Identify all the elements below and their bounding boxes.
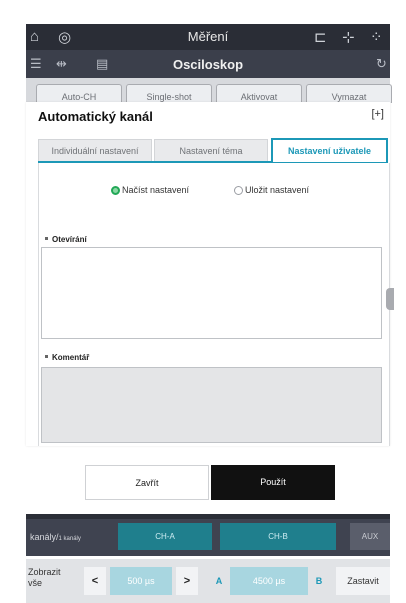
tab-user-settings[interactable]: Nastavení uživatele (271, 138, 388, 162)
tab-individual-settings[interactable]: Individuální nastavení (38, 139, 152, 161)
bullet-icon (45, 355, 48, 358)
load-settings-label: Načíst nastavení (122, 185, 190, 195)
radio-checked-icon (111, 186, 120, 195)
grid-icon[interactable]: ⁘ (370, 28, 383, 46)
timebase-prev-button[interactable]: < (84, 567, 106, 595)
position-value[interactable]: 4500 µs (230, 567, 308, 595)
activate-button[interactable]: Aktivovat (216, 84, 302, 103)
open-label-text: Otevírání (52, 235, 87, 244)
dialog-title: Automatický kanál (38, 109, 153, 124)
comment-field[interactable] (41, 367, 382, 443)
oscilloscope-title: Osciloskop (172, 57, 244, 72)
tab-theme-settings[interactable]: Nastavení téma (154, 139, 268, 161)
aux-button[interactable]: AUX (350, 523, 390, 550)
mode-button-bar: Auto-CH Single-shot Aktivovat Vymazat (26, 78, 392, 104)
timebase-next-button[interactable]: > (176, 567, 198, 595)
save-settings-label: Uložit nastavení (245, 185, 310, 195)
clear-button[interactable]: Vymazat (306, 84, 392, 103)
close-button[interactable]: Zavřít (85, 465, 209, 500)
single-shot-button[interactable]: Single-shot (126, 84, 212, 103)
cursor-b-label[interactable]: B (312, 567, 326, 595)
show-all-button[interactable]: Zobrazit vše (28, 567, 72, 589)
user-settings-panel: Načíst nastavení Uložit nastavení Otevír… (38, 163, 390, 446)
channel-a-button[interactable]: CH-A (118, 523, 212, 550)
top-bar: ⌂ ◎ Měření ⊏ ⊹ ⁘ (26, 24, 390, 50)
auto-channel-dialog: Automatický kanál [+] Individuální nasta… (26, 102, 390, 446)
bullet-icon (45, 237, 48, 240)
channels-label[interactable]: kanály/1 kanály (30, 532, 81, 542)
auto-ch-button[interactable]: Auto-CH (36, 84, 122, 103)
oscilloscope-bar: ☰ ⇹ ▤ Osciloskop ↻ (26, 50, 390, 78)
radio-unchecked-icon (234, 186, 243, 195)
stop-button[interactable]: Zastavit (336, 567, 390, 595)
open-section-label: Otevírání (45, 235, 87, 244)
comment-label-text: Komentář (52, 353, 90, 362)
control-bar: Zobrazit vše < 500 µs > A 4500 µs B Zast… (26, 559, 390, 603)
apply-button[interactable]: Použít (211, 465, 335, 500)
refresh-icon[interactable]: ↻ (376, 56, 387, 72)
expand-icon[interactable]: ⊹ (342, 28, 355, 46)
channel-bar: kanály/1 kanály CH-A CH-B AUX (26, 514, 390, 556)
load-settings-radio[interactable]: Načíst nastavení (111, 185, 189, 195)
record-icon[interactable]: ⊏ (314, 28, 327, 46)
save-settings-radio[interactable]: Uložit nastavení (234, 185, 309, 195)
comment-section-label: Komentář (45, 353, 89, 362)
side-drawer-handle[interactable] (386, 288, 394, 310)
timebase-value[interactable]: 500 µs (110, 567, 172, 595)
dialog-tabs: Individuální nastavení Nastavení téma Na… (38, 138, 388, 163)
cursor-a-label[interactable]: A (212, 567, 226, 595)
channels-label-text: kanály/ (30, 532, 59, 542)
channels-count-text: 1 kanály (58, 536, 81, 542)
top-bar-title: Měření (187, 29, 229, 44)
channel-b-button[interactable]: CH-B (220, 523, 336, 550)
maximize-icon[interactable]: [+] (371, 108, 384, 120)
open-file-list[interactable] (41, 247, 382, 339)
time-ruler (26, 514, 390, 519)
